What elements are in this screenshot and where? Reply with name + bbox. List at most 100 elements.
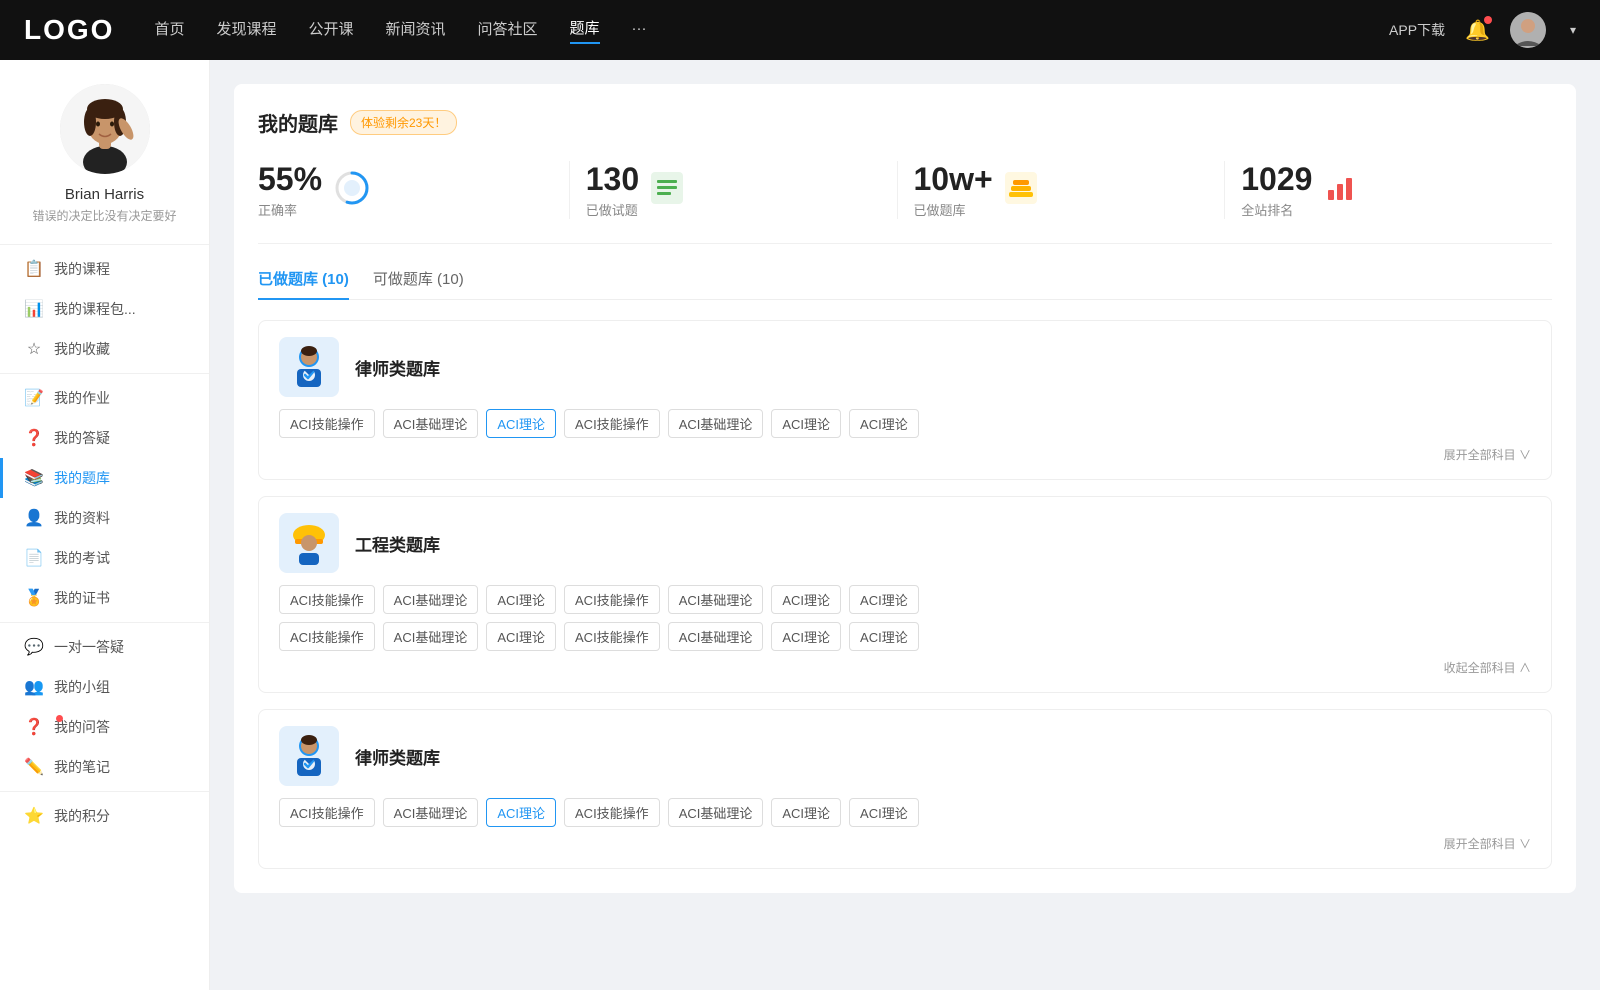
sidebar-item-myqa[interactable]: ❓ 我的问答 [0, 707, 209, 747]
divider-4 [0, 791, 209, 792]
myqa-dot [56, 715, 63, 722]
tag-1-0[interactable]: ACI技能操作 [279, 409, 375, 438]
mycourse-icon: 📋 [24, 259, 44, 279]
sidebar-item-certificates[interactable]: 🏅 我的证书 [0, 578, 209, 618]
stat-accuracy-label: 正确率 [258, 200, 322, 219]
tag-2-8[interactable]: ACI基础理论 [383, 622, 479, 651]
nav-home[interactable]: 首页 [154, 18, 184, 43]
tab-available-banks[interactable]: 可做题库 (10) [373, 268, 464, 299]
lawyer-icon-2 [289, 734, 329, 778]
nav-discover[interactable]: 发现课程 [216, 18, 276, 43]
nav-question-bank[interactable]: 题库 [570, 17, 600, 44]
nav-opencourse[interactable]: 公开课 [308, 18, 353, 43]
tag-2-10[interactable]: ACI技能操作 [564, 622, 660, 651]
tag-2-5[interactable]: ACI理论 [771, 585, 841, 614]
tag-1-4[interactable]: ACI基础理论 [668, 409, 764, 438]
tutoring-label: 一对一答疑 [54, 637, 124, 657]
tag-2-4[interactable]: ACI基础理论 [668, 585, 764, 614]
tag-2-1[interactable]: ACI基础理论 [383, 585, 479, 614]
groups-icon: 👥 [24, 677, 44, 697]
tab-done-banks[interactable]: 已做题库 (10) [258, 268, 349, 299]
lawyer-icon-1 [289, 345, 329, 389]
stat-banks-label: 已做题库 [914, 200, 993, 219]
expand-link-3[interactable]: 展开全部科目 ∨ [279, 835, 1531, 852]
tag-2-3[interactable]: ACI技能操作 [564, 585, 660, 614]
sidebar-item-favorites[interactable]: ☆ 我的收藏 [0, 329, 209, 369]
sidebar-item-notes[interactable]: ✏️ 我的笔记 [0, 747, 209, 787]
stat-rank: 1029 全站排名 [1225, 161, 1552, 219]
nav-more[interactable]: ··· [632, 20, 647, 41]
main-layout: Brian Harris 错误的决定比没有决定要好 📋 我的课程 📊 我的课程包… [0, 60, 1600, 990]
list-icon [651, 172, 683, 209]
sidebar-item-points[interactable]: ⭐ 我的积分 [0, 796, 209, 836]
tag-3-6[interactable]: ACI理论 [849, 798, 919, 827]
tag-2-11[interactable]: ACI基础理论 [668, 622, 764, 651]
tag-3-0[interactable]: ACI技能操作 [279, 798, 375, 827]
sidebar-item-mycourse[interactable]: 📋 我的课程 [0, 249, 209, 289]
stat-rank-label: 全站排名 [1241, 200, 1312, 219]
nav-qa[interactable]: 问答社区 [478, 18, 538, 43]
bank-item-header-1: 律师类题库 [279, 337, 1531, 397]
tag-2-9[interactable]: ACI理论 [486, 622, 556, 651]
questionbank-icon: 📚 [24, 468, 44, 488]
sidebar-item-exams[interactable]: 📄 我的考试 [0, 538, 209, 578]
certificates-icon: 🏅 [24, 588, 44, 608]
tag-1-2[interactable]: ACI理论 [486, 409, 556, 438]
sidebar-nav: 📋 我的课程 📊 我的课程包... ☆ 我的收藏 📝 我的作业 ❓ 我的答疑 [0, 240, 209, 836]
notes-icon: ✏️ [24, 757, 44, 777]
myqa-icon: ❓ [24, 717, 44, 737]
sidebar-item-tutoring[interactable]: 💬 一对一答疑 [0, 627, 209, 667]
sidebar-username: Brian Harris [65, 186, 144, 203]
profile-icon: 👤 [24, 508, 44, 528]
tag-3-3[interactable]: ACI技能操作 [564, 798, 660, 827]
nav-news[interactable]: 新闻资讯 [386, 18, 446, 43]
sidebar-item-profile[interactable]: 👤 我的资料 [0, 498, 209, 538]
avatar[interactable] [1510, 12, 1546, 48]
coursebundle-icon: 📊 [24, 299, 44, 319]
bank-title-2: 工程类题库 [355, 531, 440, 556]
stat-accuracy-value: 55% [258, 161, 322, 198]
exams-label: 我的考试 [54, 548, 110, 568]
tag-2-0[interactable]: ACI技能操作 [279, 585, 375, 614]
tag-3-5[interactable]: ACI理论 [771, 798, 841, 827]
app-download-button[interactable]: APP下载 [1389, 20, 1445, 40]
tag-3-1[interactable]: ACI基础理论 [383, 798, 479, 827]
engineer-icon [289, 521, 329, 565]
tag-1-1[interactable]: ACI基础理论 [383, 409, 479, 438]
sidebar-item-homework[interactable]: 📝 我的作业 [0, 378, 209, 418]
tag-2-6[interactable]: ACI理论 [849, 585, 919, 614]
tag-1-5[interactable]: ACI理论 [771, 409, 841, 438]
collapse-link-2[interactable]: 收起全部科目 ∧ [279, 659, 1531, 676]
page-title: 我的题库 [258, 108, 338, 137]
sidebar-item-coursebundle[interactable]: 📊 我的课程包... [0, 289, 209, 329]
divider-1 [0, 244, 209, 245]
stat-questions-label: 已做试题 [586, 200, 639, 219]
main-card: 我的题库 体验剩余23天！ 55% 正确率 [234, 84, 1576, 893]
tag-3-2[interactable]: ACI理论 [486, 798, 556, 827]
tag-3-4[interactable]: ACI基础理论 [668, 798, 764, 827]
lawyer-icon-wrap-1 [279, 337, 339, 397]
bank-item-header-3: 律师类题库 [279, 726, 1531, 786]
notification-bell[interactable]: 🔔 [1465, 18, 1490, 43]
sidebar-item-questions[interactable]: ❓ 我的答疑 [0, 418, 209, 458]
bank-item-engineer: 工程类题库 ACI技能操作 ACI基础理论 ACI理论 ACI技能操作 ACI基… [258, 496, 1552, 693]
questionbank-label: 我的题库 [54, 468, 110, 488]
tags-row-2a: ACI技能操作 ACI基础理论 ACI理论 ACI技能操作 ACI基础理论 AC… [279, 585, 1531, 614]
trial-badge: 体验剩余23天！ [350, 110, 457, 135]
sidebar-item-groups[interactable]: 👥 我的小组 [0, 667, 209, 707]
profile-label: 我的资料 [54, 508, 110, 528]
stat-banks-text: 10w+ 已做题库 [914, 161, 993, 219]
expand-link-1[interactable]: 展开全部科目 ∨ [279, 446, 1531, 463]
avatar-image [1510, 12, 1546, 48]
stat-rank-text: 1029 全站排名 [1241, 161, 1312, 219]
tag-2-12[interactable]: ACI理论 [771, 622, 841, 651]
sidebar-item-questionbank[interactable]: 📚 我的题库 [0, 458, 209, 498]
tag-2-7[interactable]: ACI技能操作 [279, 622, 375, 651]
logo[interactable]: LOGO [24, 14, 114, 46]
tag-1-3[interactable]: ACI技能操作 [564, 409, 660, 438]
tag-1-6[interactable]: ACI理论 [849, 409, 919, 438]
tag-2-13[interactable]: ACI理论 [849, 622, 919, 651]
tags-row-3: ACI技能操作 ACI基础理论 ACI理论 ACI技能操作 ACI基础理论 AC… [279, 798, 1531, 827]
tag-2-2[interactable]: ACI理论 [486, 585, 556, 614]
chevron-down-icon[interactable]: ▾ [1570, 23, 1576, 37]
